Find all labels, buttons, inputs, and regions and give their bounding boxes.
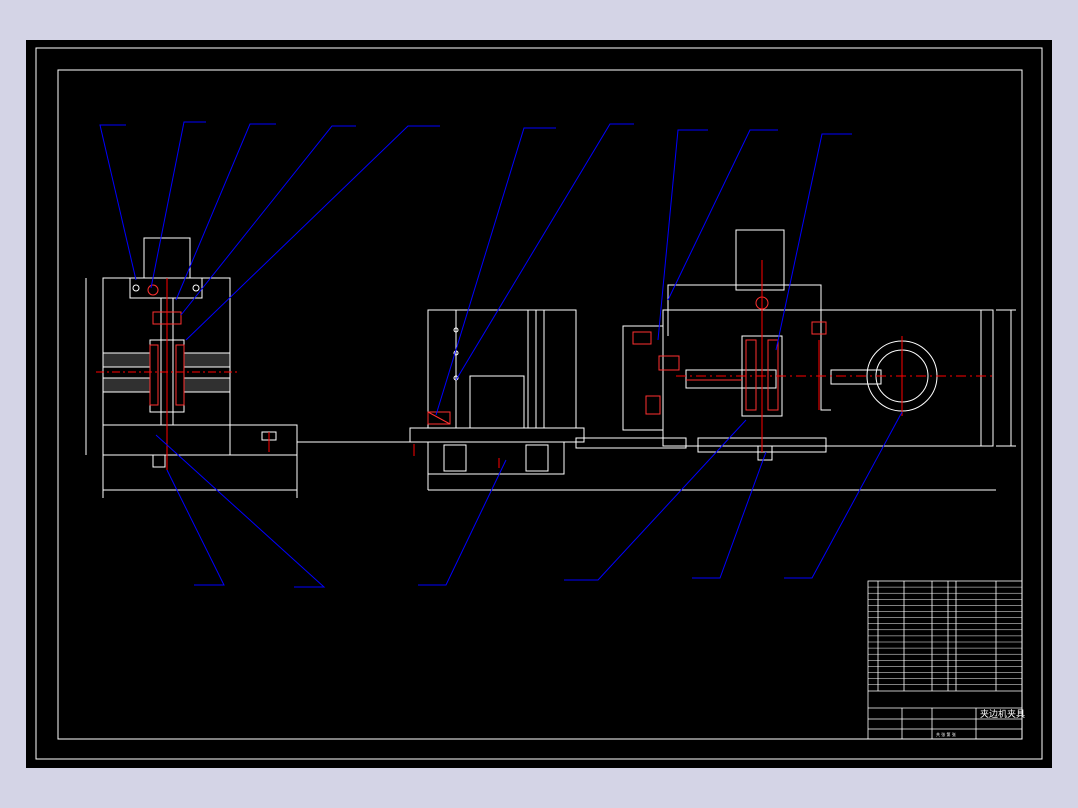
left-hatch-band-1 [102,352,151,368]
leader-14 [564,419,747,581]
middle-foot-1 [443,444,467,472]
inner-border [57,69,1023,740]
sheet-count: 共 张 第 张 [936,731,956,737]
left-top-block [143,237,191,279]
right-top-block [735,229,785,291]
middle-centerlines [413,444,500,468]
leader-16 [784,411,903,579]
left-bolt-hole-2 [192,284,200,292]
left-clamp-plate [129,277,203,299]
leader-2 [150,121,206,289]
leader-11 [166,469,225,586]
leader-6 [435,127,556,416]
leader-4 [180,125,356,316]
parts-list-rows [868,586,1022,685]
right-screw-foot [757,445,773,461]
middle-hatch-line [427,411,451,425]
drawing-title: 夹边机夹具 [980,708,1025,720]
middle-base [427,441,565,475]
left-hatch-band-4 [183,377,231,393]
left-centerlines [96,278,270,470]
middle-foot-2 [525,444,549,472]
outer-border [35,47,1043,760]
left-hatch-bolt [147,284,159,296]
right-hatch-housing-l [745,339,757,411]
leader-10 [775,133,852,351]
right-hatch-clamp-2 [645,395,661,415]
leader-1 [99,124,137,281]
left-hatch-sleeve-r [175,344,185,406]
leader-8 [657,129,708,341]
middle-inner-block [469,375,525,429]
leader-3 [175,123,276,301]
right-centerlines [676,260,996,452]
leader-5 [185,125,440,341]
leader-13 [418,459,507,586]
drawing-sheet: 夹边机夹具 共 张 第 张 [26,40,1052,768]
cad-drawing-canvas: 夹边机夹具 共 张 第 张 [35,47,1043,760]
leader-7 [455,123,634,381]
right-frame [667,284,831,411]
left-side-view [85,237,298,498]
leader-12 [155,434,326,588]
left-hatch-band-3 [102,377,151,393]
right-hatch-clamp-3 [811,321,827,335]
right-hatch-bolt [658,355,680,371]
left-bolt-hole-1 [132,284,140,292]
middle-hatching [427,411,451,425]
right-rod [830,369,882,385]
left-hatch-band-2 [183,352,231,368]
middle-plate [409,427,585,443]
right-hatch-clamp-1 [632,331,652,345]
right-main-body [662,309,994,447]
leader-15 [692,451,767,579]
right-hatching [632,296,827,415]
left-nut [152,454,166,468]
left-hatch-sleeve-l [149,344,159,406]
